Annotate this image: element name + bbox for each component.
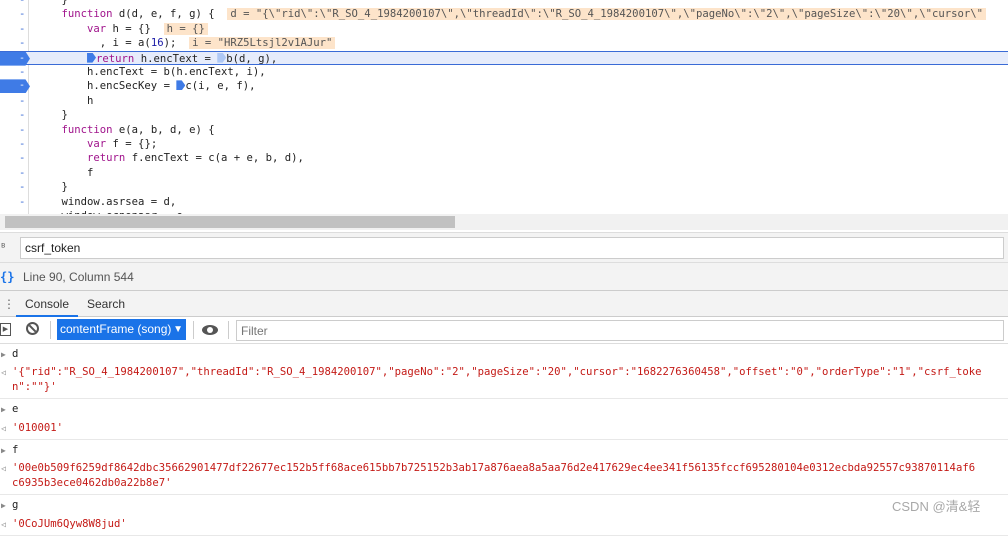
search-input[interactable] [20,237,1004,259]
search-bar: ᴮ [0,232,1008,262]
line-number[interactable]: - [19,36,29,50]
line-number[interactable]: - [19,22,29,36]
console-input: g [12,499,19,512]
console-result[interactable]: '0CoJUm6Qyw8W8jud' [12,518,127,530]
code-line: - return h.encText = b(d, g), [0,50,1008,66]
code-line: - } [0,0,1008,7]
code-line: - window.asrsea = d, [19,195,177,209]
console-toolbar: ▶ contentFrame (song) ▼ [0,317,1008,344]
filter-input[interactable] [236,320,1004,341]
inline-breakpoint-icon[interactable] [217,52,227,63]
inline-breakpoint-icon[interactable] [176,80,186,91]
result-chevron-icon: ◁ [1,464,6,474]
chevron-down-icon: ▼ [173,324,183,335]
horizontal-scrollbar[interactable] [0,214,1008,230]
watermark: CSDN @清&轻 [892,499,981,514]
clear-console-icon[interactable] [26,322,39,335]
scrollbar-thumb[interactable] [5,216,455,228]
console-result[interactable]: '010001' [12,422,63,434]
inline-value-annotation: i = "HRZ5Ltsjl2v1AJur" [189,37,336,50]
console-input: e [12,403,19,416]
inline-value-annotation: h = {} [163,22,208,35]
console-result[interactable]: '00e0b509f6259df8642dbc35662901477df2267… [12,462,975,474]
result-chevron-icon: ◁ [1,423,6,433]
input-chevron-icon: ▶ [1,405,6,415]
tab-console[interactable]: Console [16,291,78,317]
context-label: contentFrame (song) [60,322,172,336]
divider [228,321,229,339]
input-chevron-icon: ▶ [1,501,6,511]
console-input: f [12,444,19,457]
line-number[interactable]: - [19,0,29,7]
cursor-position: Line 90, Column 544 [23,270,134,284]
code-line: - h.encText = b(h.encText, i), [19,65,266,79]
input-chevron-icon: ▶ [1,350,6,359]
code-line: - } [19,180,68,194]
breakpoint-marker[interactable]: - [0,51,30,66]
line-number[interactable]: - [19,151,29,165]
code-line: - h [19,94,94,108]
console-result-continued: c6935b3ece0462db0a22b8e7' [12,476,172,489]
console-input: d [12,348,19,360]
more-icon[interactable]: ⋮ [3,291,15,317]
status-bar: {} Line 90, Column 544 [0,262,1008,290]
line-number[interactable]: - [19,166,29,180]
console-entry: ▶ g ◁ '0CoJUm6Qyw8W8jud' [0,495,1008,536]
code-line: - var h = {} h = {} [0,22,1008,36]
line-number[interactable]: - [19,108,29,122]
inline-value-annotation: d = "{\"rid\":\"R_SO_4_1984200107\",\"th… [227,8,986,21]
code-line: - , i = a(16); i = "HRZ5Ltsjl2v1AJur" [0,36,1008,50]
search-icon: ᴮ [0,241,7,254]
sidebar-toggle-icon[interactable]: ▶ [0,323,11,336]
result-chevron-icon: ◁ [1,368,6,378]
console-entry: ▶ d ◁ '{"rid":"R_SO_4_1984200107","threadId… [0,344,1008,400]
line-number[interactable]: - [19,7,29,21]
console-entry: ▶ f ◁ '00e0b509f6259df8642dbc35662901477df2… [0,440,1008,496]
console-output: ▶ d ◁ '{"rid":"R_SO_4_1984200107","threadId… [0,344,1008,536]
inline-breakpoint-icon[interactable] [87,52,97,63]
tab-search[interactable]: Search [87,291,125,317]
code-line: - f [19,166,94,180]
code-line: - var f = {}; [19,137,158,151]
code-line: - return f.encText = c(a + e, b, d), [19,151,304,165]
result-chevron-icon: ◁ [1,519,6,529]
console-result[interactable]: '{"rid":"R_SO_4_1984200107","threadId":"… [12,366,981,392]
line-number[interactable]: - [19,65,29,79]
divider [50,321,51,339]
divider [193,321,194,339]
pretty-print-icon[interactable]: {} [0,263,14,291]
source-code-editor[interactable]: - } - function d(d, e, f, g) { d = "{\"ri… [0,0,1008,215]
breakpoint-marker[interactable]: - [0,79,30,94]
line-number[interactable]: - [19,94,29,108]
code-line: - function d(d, e, f, g) { d = "{\"rid\"… [0,7,1008,21]
drawer-tabs: ⋮ Console Search [0,290,1008,317]
console-entry: ▶ e ◁ '010001' [0,399,1008,441]
context-selector[interactable]: contentFrame (song) ▼ [57,319,186,340]
eye-icon[interactable] [202,325,218,335]
line-number[interactable]: - [19,123,29,137]
input-chevron-icon: ▶ [1,446,6,456]
code-line: - function e(a, b, d, e) { [19,123,215,137]
line-number[interactable]: - [19,180,29,194]
code-line: - h.encSecKey = c(i, e, f), [0,79,1008,94]
line-number[interactable]: - [19,137,29,151]
code-line: - } [19,108,68,122]
line-number[interactable]: - [19,195,29,209]
